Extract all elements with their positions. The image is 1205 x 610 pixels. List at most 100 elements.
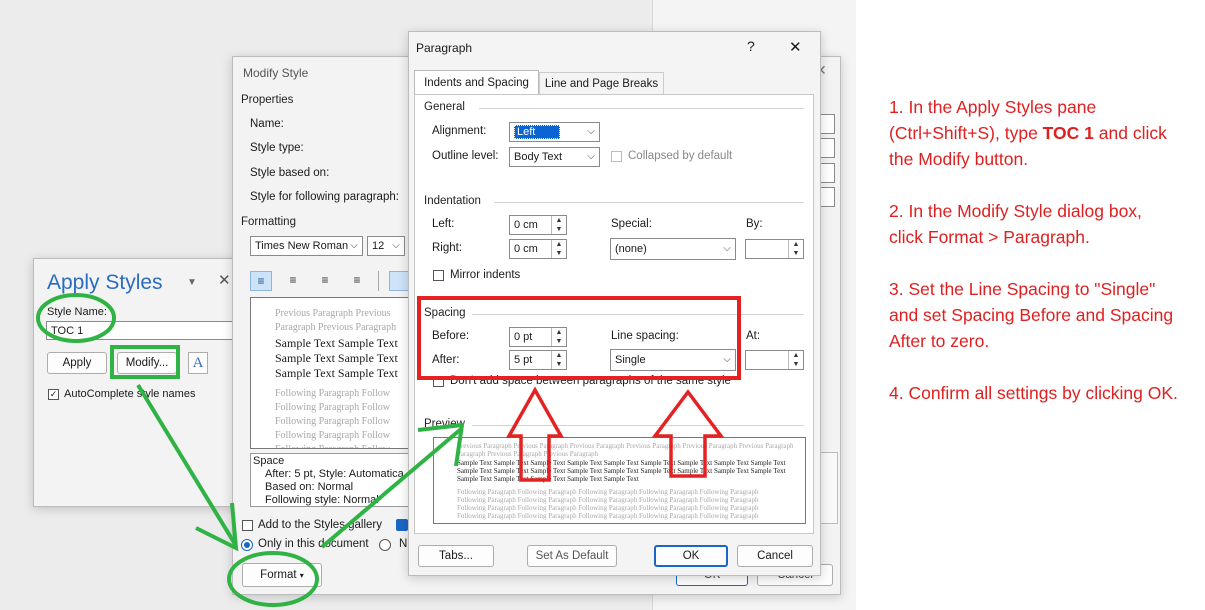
line-spacing-select[interactable]: Single ⌵ [610, 349, 736, 371]
font-select[interactable]: Times New Roman ⌵ [250, 236, 363, 256]
at-label: At: [746, 330, 761, 342]
collapsed-checkbox[interactable] [611, 151, 622, 162]
alignment-value: Left [514, 125, 561, 139]
description-line: After: 5 pt, Style: Automatica [265, 468, 404, 480]
help-icon[interactable]: ? [747, 38, 755, 54]
after-label: After: [432, 354, 460, 366]
after-spinner[interactable]: 5 pt ▲ ▼ [509, 350, 567, 370]
spinner-arrows-icon[interactable]: ▲ ▼ [551, 216, 566, 234]
following-style-label: Style for following paragraph: [250, 191, 399, 203]
set-as-default-button[interactable]: Set As Default [527, 545, 617, 567]
preview-line: Sample Text Sample Text Sample Text Samp… [457, 467, 786, 475]
alignment-select[interactable]: Left ⌵ [509, 122, 600, 142]
line-spacing-value: Single [615, 354, 646, 366]
chevron-down-icon: ⌵ [350, 240, 358, 251]
instruction-step-2: 2. In the Modify Style dialog box, click… [889, 198, 1179, 250]
mirror-indents-label: Mirror indents [450, 269, 521, 281]
special-label: Special: [611, 218, 652, 230]
justify-icon[interactable]: ≡ [346, 271, 368, 291]
spacing-separator [472, 314, 804, 315]
apply-styles-title: Apply Styles [47, 271, 163, 294]
close-icon[interactable]: ✕ [218, 271, 231, 289]
align-right-icon[interactable]: ≡ [314, 271, 336, 291]
outline-level-select[interactable]: Body Text ⌵ [509, 147, 600, 167]
special-select[interactable]: (none) ⌵ [610, 238, 736, 260]
preview-line: Previous Paragraph Previous Paragraph Pr… [457, 442, 794, 450]
right-indent-spinner[interactable]: 0 cm ▲ ▼ [509, 239, 567, 259]
size-select[interactable]: 12 ⌵ [367, 236, 405, 256]
apply-button[interactable]: Apply [47, 352, 107, 374]
tabs-button[interactable]: Tabs... [418, 545, 494, 567]
style-preview-box: Previous Paragraph Previous Paragraph Pr… [250, 297, 422, 449]
mirror-indents-checkbox[interactable] [433, 270, 444, 281]
style-inspector-icon[interactable]: A [188, 352, 208, 374]
indentation-header: Indentation [424, 195, 481, 207]
before-value: 0 pt [514, 331, 533, 343]
tab-line-page-breaks[interactable]: Line and Page Breaks [539, 72, 664, 95]
general-header: General [424, 101, 465, 113]
dont-add-space-label: Don't add space between paragraphs of th… [450, 375, 731, 387]
line-spacing-icon[interactable] [389, 271, 409, 291]
style-name-input[interactable]: TOC 1 [46, 321, 238, 340]
outline-level-label: Outline level: [432, 150, 499, 162]
preview-line: Paragraph Previous Paragraph Previous Pa… [457, 450, 599, 458]
paragraph-dialog: Paragraph ? ✕ Indents and Spacing Line a… [408, 31, 821, 576]
instruction-text: 3. Set the Line Spacing to "Single" and … [889, 279, 1174, 351]
preview-line: Sample Text Sample Text Sample Text Samp… [457, 475, 639, 483]
formatting-header: Formatting [241, 216, 296, 228]
indentation-separator [494, 202, 804, 203]
spinner-arrows-icon[interactable]: ▲ ▼ [788, 351, 803, 369]
style-type-label: Style type: [250, 142, 304, 154]
left-indent-spinner[interactable]: 0 cm ▲ ▼ [509, 215, 567, 235]
close-icon[interactable]: ✕ [789, 38, 802, 56]
autocomplete-checkbox[interactable]: ✓ [48, 389, 59, 400]
chevron-down-icon: ⌵ [723, 354, 731, 365]
modify-style-title: Modify Style [243, 66, 309, 80]
name-label: Name: [250, 118, 284, 130]
spinner-arrows-icon[interactable]: ▲ ▼ [551, 351, 566, 369]
by-spinner[interactable]: ▲ ▼ [745, 239, 804, 259]
instruction-step-4: 4. Confirm all settings by clicking OK. [889, 380, 1179, 406]
ok-button[interactable]: OK [654, 545, 728, 567]
special-value: (none) [615, 243, 647, 255]
tab-indents-spacing[interactable]: Indents and Spacing [414, 70, 539, 95]
preview-line: Sample Text Sample Text Sample Text Samp… [457, 459, 786, 467]
paragraph-title: Paragraph [416, 41, 473, 55]
spinner-arrows-icon[interactable]: ▲ ▼ [551, 328, 566, 346]
spinner-arrows-icon[interactable]: ▲ ▼ [788, 240, 803, 258]
instruction-step-3: 3. Set the Line Spacing to "Single" and … [889, 276, 1179, 354]
spinner-arrows-icon[interactable]: ▲ ▼ [551, 240, 566, 258]
format-button[interactable]: Format ▾ [242, 563, 322, 587]
instruction-step-1: 1. In the Apply Styles pane (Ctrl+Shift+… [889, 94, 1179, 172]
right-indent-label: Right: [432, 242, 463, 254]
new-documents-radio[interactable] [379, 539, 391, 551]
auto-update-checkbox[interactable] [396, 519, 408, 531]
preview-separator [472, 425, 804, 426]
after-value: 5 pt [514, 354, 533, 366]
at-spinner[interactable]: ▲ ▼ [745, 350, 804, 370]
autocomplete-label: AutoComplete style names [64, 388, 196, 400]
description-line: Space [253, 455, 285, 467]
add-gallery-checkbox[interactable] [242, 520, 253, 531]
before-label: Before: [432, 330, 470, 342]
general-separator [479, 108, 804, 109]
chevron-down-icon: ⌵ [587, 151, 595, 162]
tab-line-page-breaks-label: Line and Page Breaks [544, 78, 659, 90]
apply-styles-pane: Apply Styles ▼ ✕ Style Name: TOC 1 Apply… [33, 258, 245, 507]
modify-button[interactable]: Modify... [117, 352, 177, 374]
instruction-bold: TOC 1 [1042, 123, 1094, 143]
style-based-on-label: Style based on: [250, 167, 330, 179]
chevron-down-icon: ⌵ [723, 243, 731, 254]
cancel-button[interactable]: Cancel [737, 545, 813, 567]
properties-header: Properties [241, 94, 294, 106]
align-center-icon[interactable]: ≡ [282, 271, 304, 291]
dropdown-arrow-icon[interactable]: ▼ [187, 277, 197, 288]
toolbar-divider [378, 271, 379, 291]
size-value: 12 [372, 240, 385, 252]
only-document-radio[interactable] [241, 539, 253, 551]
dont-add-space-checkbox[interactable] [433, 376, 444, 387]
spacing-header: Spacing [424, 307, 466, 319]
align-left-icon[interactable]: ≡ [250, 271, 272, 291]
description-line: Based on: Normal [265, 481, 354, 493]
before-spinner[interactable]: 0 pt ▲ ▼ [509, 327, 567, 347]
